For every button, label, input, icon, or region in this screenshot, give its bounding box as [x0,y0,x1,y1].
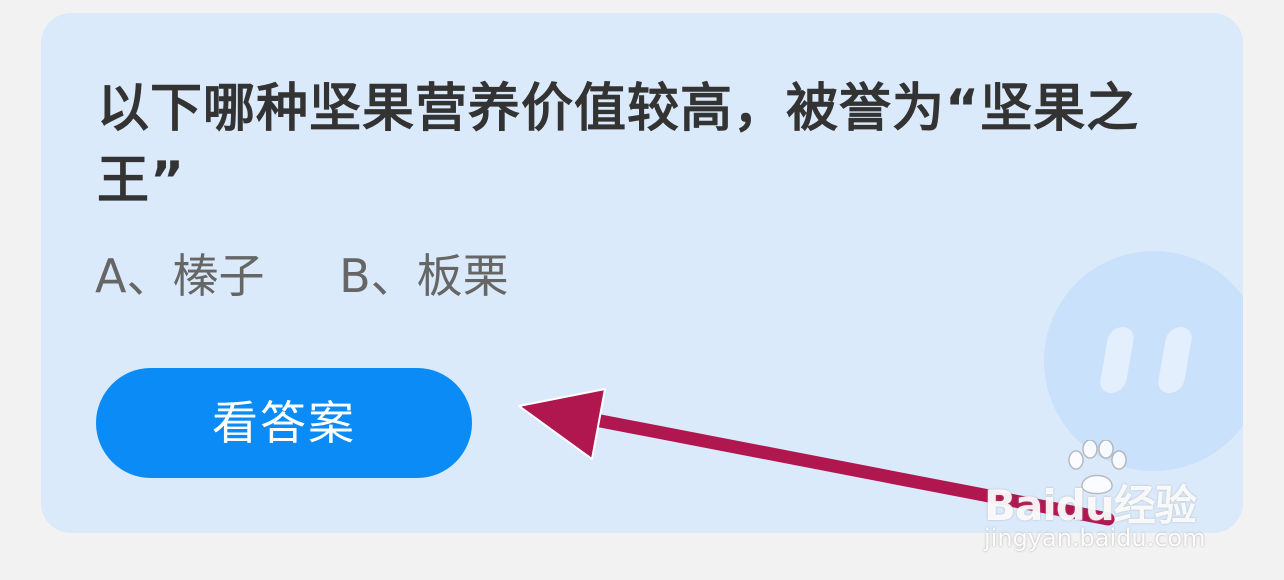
quiz-card: 以下哪种坚果营养价值较高，被誉为“坚果之王” A、榛子 B、板栗 看答案 [41,13,1243,533]
mascot-right-eye [1156,327,1194,393]
page: 以下哪种坚果营养价值较高，被誉为“坚果之王” A、榛子 B、板栗 看答案 Bai… [0,0,1284,580]
mascot-icon [1044,251,1243,471]
view-answer-button[interactable]: 看答案 [96,368,472,478]
quiz-question: 以下哪种坚果营养价值较高，被誉为“坚果之王” [97,79,1140,211]
quiz-options: A、榛子 B、板栗 [95,245,509,307]
option-b: B、板栗 [339,249,509,303]
mascot-left-eye [1098,327,1136,393]
option-a: A、榛子 [95,249,265,303]
